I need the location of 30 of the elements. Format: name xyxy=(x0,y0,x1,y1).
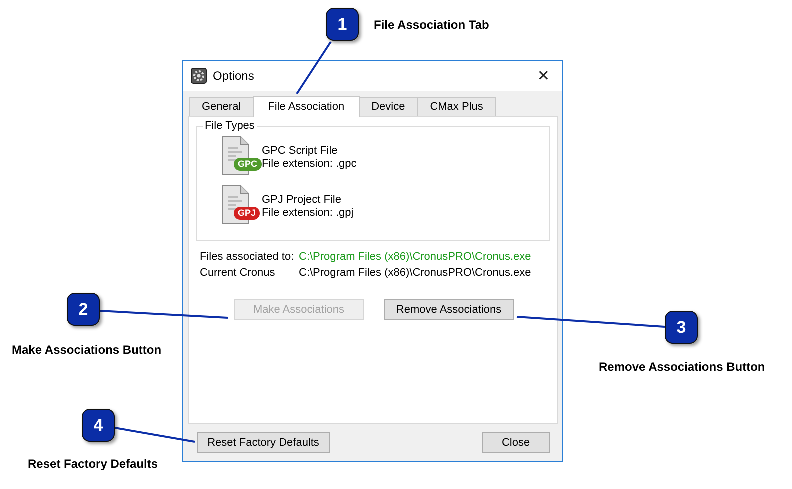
tab[interactable]: CMax Plus xyxy=(417,97,496,116)
file-extension: File extension: .gpj xyxy=(262,207,354,220)
callout-label: Reset Factory Defaults xyxy=(28,457,158,471)
info-label: Current Cronus xyxy=(200,267,276,279)
association-button[interactable]: Remove Associations xyxy=(384,299,514,320)
callout-label: Make Associations Button xyxy=(12,343,162,357)
callout-label: File Association Tab xyxy=(374,18,490,32)
leader-line xyxy=(296,41,332,95)
callout-label: Remove Associations Button xyxy=(599,360,766,374)
window-title: Options xyxy=(213,69,256,83)
file-extension: File extension: .gpc xyxy=(262,158,357,171)
close-button[interactable]: Close xyxy=(482,432,550,453)
group-legend: File Types xyxy=(203,120,257,132)
close-button[interactable]: ✕ xyxy=(531,67,556,85)
reset-button[interactable]: Reset Factory Defaults xyxy=(197,432,330,453)
callout-number: 2 xyxy=(67,293,100,326)
callout-number: 4 xyxy=(82,409,115,442)
gear-icon xyxy=(191,68,207,84)
tab[interactable]: File Association xyxy=(253,96,360,117)
callout-number: 1 xyxy=(326,8,359,41)
file-type-badge: GPC xyxy=(234,158,262,171)
path-value: C:\Program Files (x86)\CronusPRO\Cronus.exe xyxy=(299,251,532,263)
callout-number: 3 xyxy=(665,311,698,344)
info-label: Files associated to: xyxy=(200,251,296,263)
tab[interactable]: Device xyxy=(358,97,418,116)
file-type-badge: GPJ xyxy=(234,207,260,220)
path-value: C:\Program Files (x86)\CronusPRO\Cronus.exe xyxy=(299,267,532,279)
tab[interactable]: General xyxy=(189,97,254,116)
file-type-name: GPJ Project File xyxy=(262,194,342,207)
file-type-name: GPC Script File xyxy=(262,145,339,158)
